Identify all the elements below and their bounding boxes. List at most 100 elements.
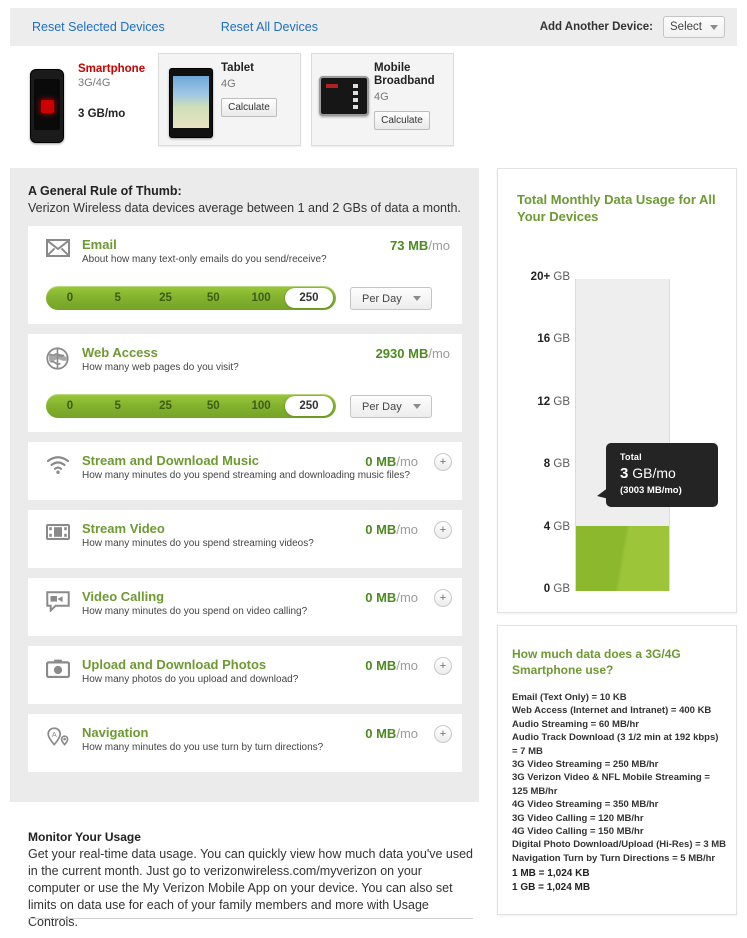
chart-bar-total[interactable] <box>576 526 669 591</box>
slider-tick-5[interactable]: 5 <box>94 400 142 412</box>
usage-row-value-number: 2930 MB <box>376 346 429 361</box>
tooltip-label: Total <box>620 452 718 462</box>
add-device-select[interactable]: Select <box>663 16 725 38</box>
add-another-device-group: Add Another Device: Select <box>540 16 725 38</box>
device-strip: Smartphone 3G/4G 3 GB/mo Tablet 4G Calcu… <box>10 53 737 153</box>
add-device-select-value: Select <box>670 21 702 33</box>
usage-row-stream-download-music[interactable]: Stream and Download MusicHow many minute… <box>28 442 462 500</box>
slider-tick-0[interactable]: 0 <box>46 292 94 304</box>
chevron-down-icon <box>413 404 421 409</box>
info-footnote: 1 MB = 1,024 KB <box>512 867 590 881</box>
calculate-button-mobile-broadband[interactable]: Calculate <box>374 111 430 130</box>
expand-row-button[interactable]: + <box>434 453 452 471</box>
selected-device-info: Smartphone 3G/4G 3 GB/mo <box>78 63 145 120</box>
usage-row-value: 0 MB/mo <box>365 726 418 741</box>
map-pin-icon: A <box>46 727 70 751</box>
usage-row-question: How many photos do you upload and downlo… <box>82 674 298 685</box>
usage-row-title: Web Access <box>82 345 158 360</box>
usage-row-value-unit: /mo <box>396 658 418 673</box>
slider-tick-100[interactable]: 100 <box>237 292 285 304</box>
usage-slider-web-access[interactable]: 052550100250 <box>46 394 336 418</box>
calculate-button-tablet[interactable]: Calculate <box>221 98 277 117</box>
total-usage-chart-card: Total Monthly Data Usage for All Your De… <box>497 168 737 613</box>
usage-row-video-calling[interactable]: Video Calling How many minutes do you spe… <box>28 578 462 636</box>
usage-row-value: 0 MB/mo <box>365 454 418 469</box>
usage-row-question: How many minutes do you spend streaming … <box>82 538 314 549</box>
expand-row-button[interactable]: + <box>434 725 452 743</box>
usage-row-title: Video Calling <box>82 589 164 604</box>
usage-row-value-unit: /mo <box>428 346 450 361</box>
selected-device-smartphone[interactable]: Smartphone 3G/4G 3 GB/mo <box>22 53 172 149</box>
device-card-title: Mobile Broadband <box>374 62 447 88</box>
usage-row-navigation[interactable]: ANavigationHow many minutes do you use t… <box>28 714 462 772</box>
envelope-icon <box>46 239 70 263</box>
usage-row-email[interactable]: EmailAbout how many text-only emails do … <box>28 226 462 324</box>
slider-tick-0[interactable]: 0 <box>46 400 94 412</box>
usage-row-value: 0 MB/mo <box>365 522 418 537</box>
usage-row-title: Stream and Download Music <box>82 453 259 468</box>
period-select-web-access[interactable]: Per Day <box>350 395 432 418</box>
chevron-down-icon <box>413 296 421 301</box>
slider-tick-50[interactable]: 50 <box>189 292 237 304</box>
usage-row-value-unit: /mo <box>428 238 450 253</box>
divider <box>28 918 473 919</box>
info-list-item: 4G Video Calling = 150 MB/hr <box>512 825 726 838</box>
period-select-value: Per Day <box>362 293 402 305</box>
usage-row-value-number: 0 MB <box>365 590 396 605</box>
chart-ytick-4: 4 GB <box>544 521 570 533</box>
usage-row-question: How many minutes do you spend on video c… <box>82 606 307 617</box>
usage-row-value: 2930 MB/mo <box>376 346 450 361</box>
chart-ytick-20: 20+ GB <box>531 271 570 283</box>
expand-row-button[interactable]: + <box>434 657 452 675</box>
usage-row-value-number: 0 MB <box>365 454 396 469</box>
usage-row-value-unit: /mo <box>396 454 418 469</box>
monitor-your-usage-section: Monitor Your Usage Get your real-time da… <box>28 830 473 931</box>
usage-row-value: 73 MB/mo <box>390 238 450 253</box>
chart-title: Total Monthly Data Usage for All Your De… <box>517 191 717 225</box>
usage-row-upload-download-photos[interactable]: Upload and Download PhotosHow many photo… <box>28 646 462 704</box>
chart-ytick-16: 16 GB <box>537 333 570 345</box>
period-select-email[interactable]: Per Day <box>350 287 432 310</box>
usage-row-stream-video[interactable]: Stream Video How many minutes do you spen… <box>28 510 462 568</box>
slider-tick-25[interactable]: 25 <box>142 400 190 412</box>
device-card-mobile-broadband[interactable]: Mobile Broadband 4G Calculate <box>311 53 454 146</box>
usage-row-title: Stream Video <box>82 521 165 536</box>
device-card-title: Tablet <box>221 62 294 75</box>
usage-row-value-number: 0 MB <box>365 522 396 537</box>
expand-row-button[interactable]: + <box>434 589 452 607</box>
usage-calculator-panel: A General Rule of Thumb: Verizon Wireles… <box>10 168 479 802</box>
info-list-item: 3G Verizon Video & NFL Mobile Streaming … <box>512 771 726 798</box>
device-card-network: 4G <box>221 78 294 90</box>
tooltip-sub: (3003 MB/mo) <box>620 485 718 496</box>
usage-row-value-unit: /mo <box>396 522 418 537</box>
usage-row-web-access[interactable]: Web AccessHow many web pages do you visi… <box>28 334 462 432</box>
slider-tick-5[interactable]: 5 <box>94 292 142 304</box>
expand-row-button[interactable]: + <box>434 521 452 539</box>
usage-row-value-number: 0 MB <box>365 726 396 741</box>
info-card-title: How much data does a 3G/4G Smartphone us… <box>512 646 722 678</box>
device-card-body: Mobile Broadband 4G Calculate <box>374 62 447 130</box>
slider-tick-25[interactable]: 25 <box>142 292 190 304</box>
monitor-title: Monitor Your Usage <box>28 830 473 844</box>
chevron-down-icon <box>710 25 718 30</box>
usage-row-value-number: 0 MB <box>365 658 396 673</box>
slider-tick-250[interactable]: 250 <box>285 288 333 308</box>
selected-device-network: 3G/4G <box>78 77 145 89</box>
usage-row-value: 0 MB/mo <box>365 590 418 605</box>
slider-tick-250[interactable]: 250 <box>285 396 333 416</box>
info-card-footnotes: 1 MB = 1,024 KB1 GB = 1,024 MB <box>512 867 590 895</box>
globe-icon <box>46 347 70 371</box>
reset-selected-devices-link[interactable]: Reset Selected Devices <box>32 20 165 34</box>
usage-slider-email[interactable]: 052550100250 <box>46 286 336 310</box>
usage-row-title: Email <box>82 237 117 252</box>
info-list-item: Navigation Turn by Turn Directions = 5 M… <box>512 852 726 865</box>
video-chat-icon <box>46 591 70 615</box>
reset-all-devices-link[interactable]: Reset All Devices <box>221 20 318 34</box>
slider-tick-100[interactable]: 100 <box>237 400 285 412</box>
chart-ytick-12: 12 GB <box>537 396 570 408</box>
slider-tick-50[interactable]: 50 <box>189 400 237 412</box>
device-card-body: Tablet 4G Calculate <box>221 62 294 117</box>
wifi-icon <box>46 455 70 479</box>
device-card-tablet[interactable]: Tablet 4G Calculate <box>158 53 301 146</box>
info-list-item: Email (Text Only) = 10 KB <box>512 691 726 704</box>
